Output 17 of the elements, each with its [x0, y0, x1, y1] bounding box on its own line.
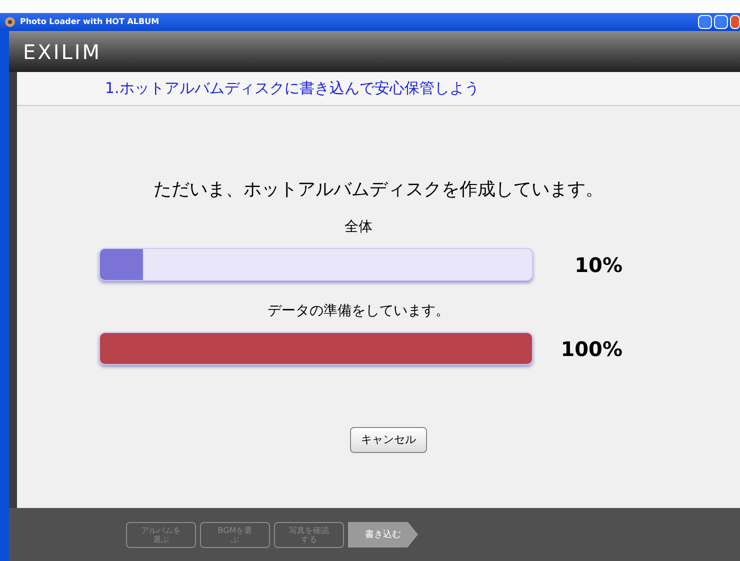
wizard-step[interactable]: 書き込む	[348, 522, 418, 548]
progress-percent: 10%	[574, 252, 622, 278]
wizard-step[interactable]: 写真を確認する	[274, 522, 344, 548]
progress-label: 全体	[344, 218, 372, 237]
cancel-button[interactable]: キャンセル	[350, 427, 427, 453]
wizard-step[interactable]: BGMを選ぶ	[200, 522, 270, 548]
minimize-button[interactable]	[698, 15, 712, 29]
wizard-step[interactable]: アルバムを選ぶ	[126, 522, 196, 548]
close-button[interactable]	[730, 15, 740, 29]
status-message: ただいま、ホットアルバムディスクを作成しています。	[154, 178, 604, 202]
app-icon	[4, 16, 16, 28]
maximize-button[interactable]	[714, 15, 728, 29]
window-title: Photo Loader with HOT ALBUM	[20, 16, 160, 28]
panel-title: 1.ホットアルバムディスクに書き込んで安心保管しよう	[105, 78, 480, 100]
logo: EXILIM	[23, 38, 102, 66]
progress-label: データの準備をしています。	[268, 302, 450, 321]
progress-percent: 100%	[560, 336, 622, 362]
